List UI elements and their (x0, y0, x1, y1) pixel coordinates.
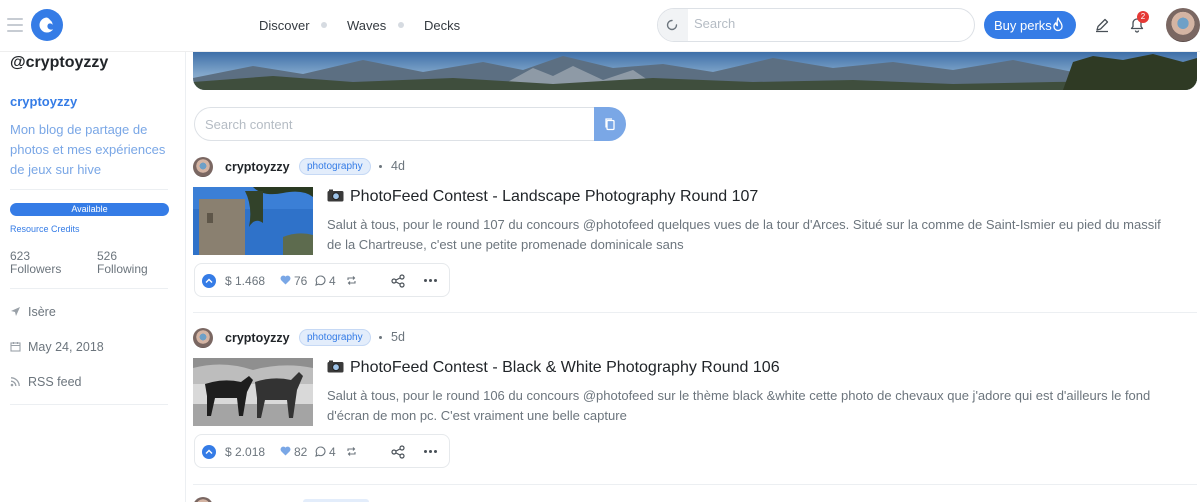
post-divider (193, 484, 1197, 485)
copy-search-button[interactable] (594, 107, 626, 141)
author-avatar[interactable] (193, 157, 213, 177)
content-search-input[interactable] (205, 117, 585, 132)
upvote-button[interactable] (202, 274, 216, 288)
buy-perks-button[interactable]: Buy perks (984, 11, 1076, 39)
post-title-text: PhotoFeed Contest - Black & White Photog… (350, 359, 780, 376)
menu-icon[interactable] (7, 18, 23, 32)
content-search (194, 107, 626, 141)
post-comment-count[interactable]: 4 (329, 445, 336, 459)
post-author[interactable]: cryptoyzzy (225, 331, 290, 345)
post-payout[interactable]: $ 1.468 (225, 274, 265, 288)
post-title[interactable]: PhotoFeed Contest - Black & White Photog… (327, 359, 780, 377)
followers-stat[interactable]: 623 Followers (10, 250, 61, 276)
post-age: 4d (391, 159, 405, 173)
profile-sidebar: @cryptoyzzy cryptoyzzy Mon blog de parta… (0, 52, 186, 502)
joined-text: May 24, 2018 (28, 340, 104, 354)
post-thumbnail[interactable] (193, 187, 313, 255)
pencil-icon[interactable] (1094, 17, 1110, 33)
heart-icon[interactable] (280, 446, 291, 456)
post-summary[interactable]: Salut à tous, pour le round 107 du conco… (327, 215, 1177, 255)
profile-name: cryptoyzzy (10, 94, 78, 109)
following-stat[interactable]: 526 Following (97, 250, 148, 276)
post-votes[interactable]: 76 (294, 274, 307, 288)
reblog-icon[interactable] (346, 446, 357, 457)
divider (10, 288, 168, 289)
more-options-icon[interactable] (424, 279, 439, 282)
author-avatar[interactable] (193, 497, 213, 502)
resource-credits-label: Resource Credits (10, 224, 80, 234)
nav-separator (398, 22, 404, 28)
nav-discover[interactable]: Discover (259, 18, 310, 33)
author-avatar[interactable] (193, 328, 213, 348)
post-author[interactable]: cryptoyzzy (225, 160, 290, 174)
flame-icon (1053, 17, 1063, 32)
more-options-icon[interactable] (424, 450, 439, 453)
resource-credits-bar[interactable]: Available (10, 203, 169, 216)
upvote-button[interactable] (202, 445, 216, 459)
camera-icon (327, 189, 344, 202)
profile-handle: @cryptoyzzy (10, 54, 109, 71)
heart-icon[interactable] (280, 275, 291, 285)
copy-icon (605, 118, 615, 131)
reblog-icon[interactable] (346, 275, 357, 286)
location-text: Isère (28, 305, 56, 319)
notification-badge: 2 (1137, 11, 1149, 23)
comment-icon[interactable] (315, 275, 326, 286)
post-summary[interactable]: Salut à tous, pour le round 106 du conco… (327, 386, 1177, 426)
post-title[interactable]: PhotoFeed Contest - Landscape Photograph… (327, 188, 758, 206)
post-comment-count[interactable]: 4 (329, 274, 336, 288)
buy-perks-label: Buy perks (994, 18, 1052, 33)
nav-separator (321, 22, 327, 28)
meta-separator (379, 336, 382, 339)
profile-cover-image (193, 52, 1197, 90)
share-icon[interactable] (391, 274, 405, 288)
post-votes[interactable]: 82 (294, 445, 307, 459)
nav-waves[interactable]: Waves (347, 18, 386, 33)
nav-decks[interactable]: Decks (424, 18, 460, 33)
profile-about: Mon blog de partage de photos et mes exp… (10, 122, 166, 177)
chevron-up-icon (205, 278, 213, 283)
camera-icon (327, 360, 344, 373)
divider (10, 404, 168, 405)
user-avatar[interactable] (1166, 8, 1200, 42)
top-header: Discover Waves Decks Buy perks 2 (0, 0, 1200, 52)
post-divider (193, 312, 1197, 313)
comment-icon[interactable] (315, 446, 326, 457)
post-tag[interactable]: photography (299, 329, 371, 346)
location-arrow-icon (11, 307, 20, 316)
chevron-up-icon (205, 449, 213, 454)
post-age: 5d (391, 330, 405, 344)
refresh-icon[interactable] (658, 9, 688, 41)
calendar-icon (10, 342, 21, 352)
post-tag[interactable]: photography (299, 158, 371, 175)
post-thumbnail[interactable] (193, 358, 313, 426)
share-icon[interactable] (391, 445, 405, 459)
meta-separator (379, 165, 382, 168)
ecency-logo[interactable] (31, 9, 63, 41)
post-actions: $ 2.018 82 4 (194, 434, 450, 468)
post-actions: $ 1.468 76 4 (194, 263, 450, 297)
rss-link[interactable]: RSS feed (28, 375, 82, 389)
rss-icon (10, 377, 20, 387)
header-search-input[interactable] (694, 16, 964, 31)
following-label: Following (97, 262, 148, 276)
post-title-text: PhotoFeed Contest - Landscape Photograph… (350, 188, 759, 205)
content-search-box (194, 107, 596, 141)
post-payout[interactable]: $ 2.018 (225, 445, 265, 459)
divider (10, 189, 168, 190)
header-search[interactable] (657, 8, 975, 42)
followers-label: Followers (10, 262, 62, 276)
